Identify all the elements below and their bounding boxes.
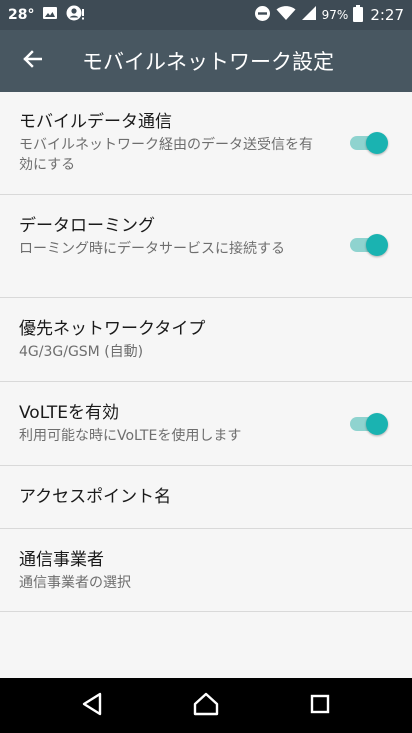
setting-mobile-data[interactable]: モバイルデータ通信 モバイルネットワーク経由のデータ送受信を有効にする — [0, 92, 412, 195]
setting-roaming[interactable]: データローミング ローミング時にデータサービスに接続する — [0, 195, 412, 298]
recents-icon — [309, 693, 331, 719]
setting-network-type[interactable]: 優先ネットワークタイプ 4G/3G/GSM (自動) — [0, 298, 412, 382]
temperature-text: 28° — [8, 7, 35, 23]
roaming-toggle[interactable] — [348, 233, 388, 257]
toggle-thumb — [366, 234, 388, 256]
setting-apn-title: アクセスポイント名 — [19, 487, 172, 507]
page-title: モバイルネットワーク設定 — [82, 50, 334, 74]
toggle-thumb — [366, 413, 388, 435]
image-icon — [42, 5, 58, 25]
setting-apn[interactable]: アクセスポイント名 — [0, 466, 412, 529]
setting-mobile-data-summary: モバイルネットワーク経由のデータ送受信を有効にする — [19, 137, 313, 173]
setting-roaming-summary: ローミング時にデータサービスに接続する — [19, 241, 285, 257]
nav-home-button[interactable] — [176, 678, 236, 733]
arrow-back-icon — [22, 49, 43, 73]
back-triangle-icon — [81, 692, 103, 720]
mobile-data-toggle[interactable] — [348, 131, 388, 155]
cellular-signal-icon — [301, 5, 317, 25]
settings-list: モバイルデータ通信 モバイルネットワーク経由のデータ送受信を有効にする データロ… — [0, 92, 412, 678]
setting-operator-summary: 通信事業者の選択 — [19, 575, 131, 591]
setting-mobile-data-title: モバイルデータ通信 — [19, 112, 172, 132]
volte-toggle[interactable] — [348, 412, 388, 436]
setting-volte-summary: 利用可能な時にVoLTEを使用します — [19, 428, 242, 444]
battery-percent: 97% — [321, 8, 349, 22]
setting-operator[interactable]: 通信事業者 通信事業者の選択 — [0, 529, 412, 612]
home-icon — [193, 692, 219, 720]
setting-network-type-summary: 4G/3G/GSM (自動) — [19, 344, 144, 360]
wifi-icon — [276, 5, 296, 25]
app-bar: モバイルネットワーク設定 — [0, 30, 412, 92]
nav-back-button[interactable] — [62, 678, 122, 733]
nav-recents-button[interactable] — [290, 678, 350, 733]
back-button[interactable] — [0, 30, 64, 92]
status-bar: 28° 97% 2:27 — [0, 0, 412, 30]
battery-icon — [353, 4, 364, 26]
setting-volte-title: VoLTEを有効 — [19, 403, 119, 423]
account-alert-icon — [66, 4, 86, 26]
setting-network-type-title: 優先ネットワークタイプ — [19, 319, 206, 339]
do-not-disturb-icon — [254, 5, 271, 26]
navigation-bar — [0, 678, 412, 733]
setting-roaming-title: データローミング — [19, 216, 155, 236]
setting-volte[interactable]: VoLTEを有効 利用可能な時にVoLTEを使用します — [0, 382, 412, 466]
toggle-thumb — [366, 132, 388, 154]
clock: 2:27 — [370, 6, 404, 24]
setting-operator-title: 通信事業者 — [19, 550, 104, 570]
